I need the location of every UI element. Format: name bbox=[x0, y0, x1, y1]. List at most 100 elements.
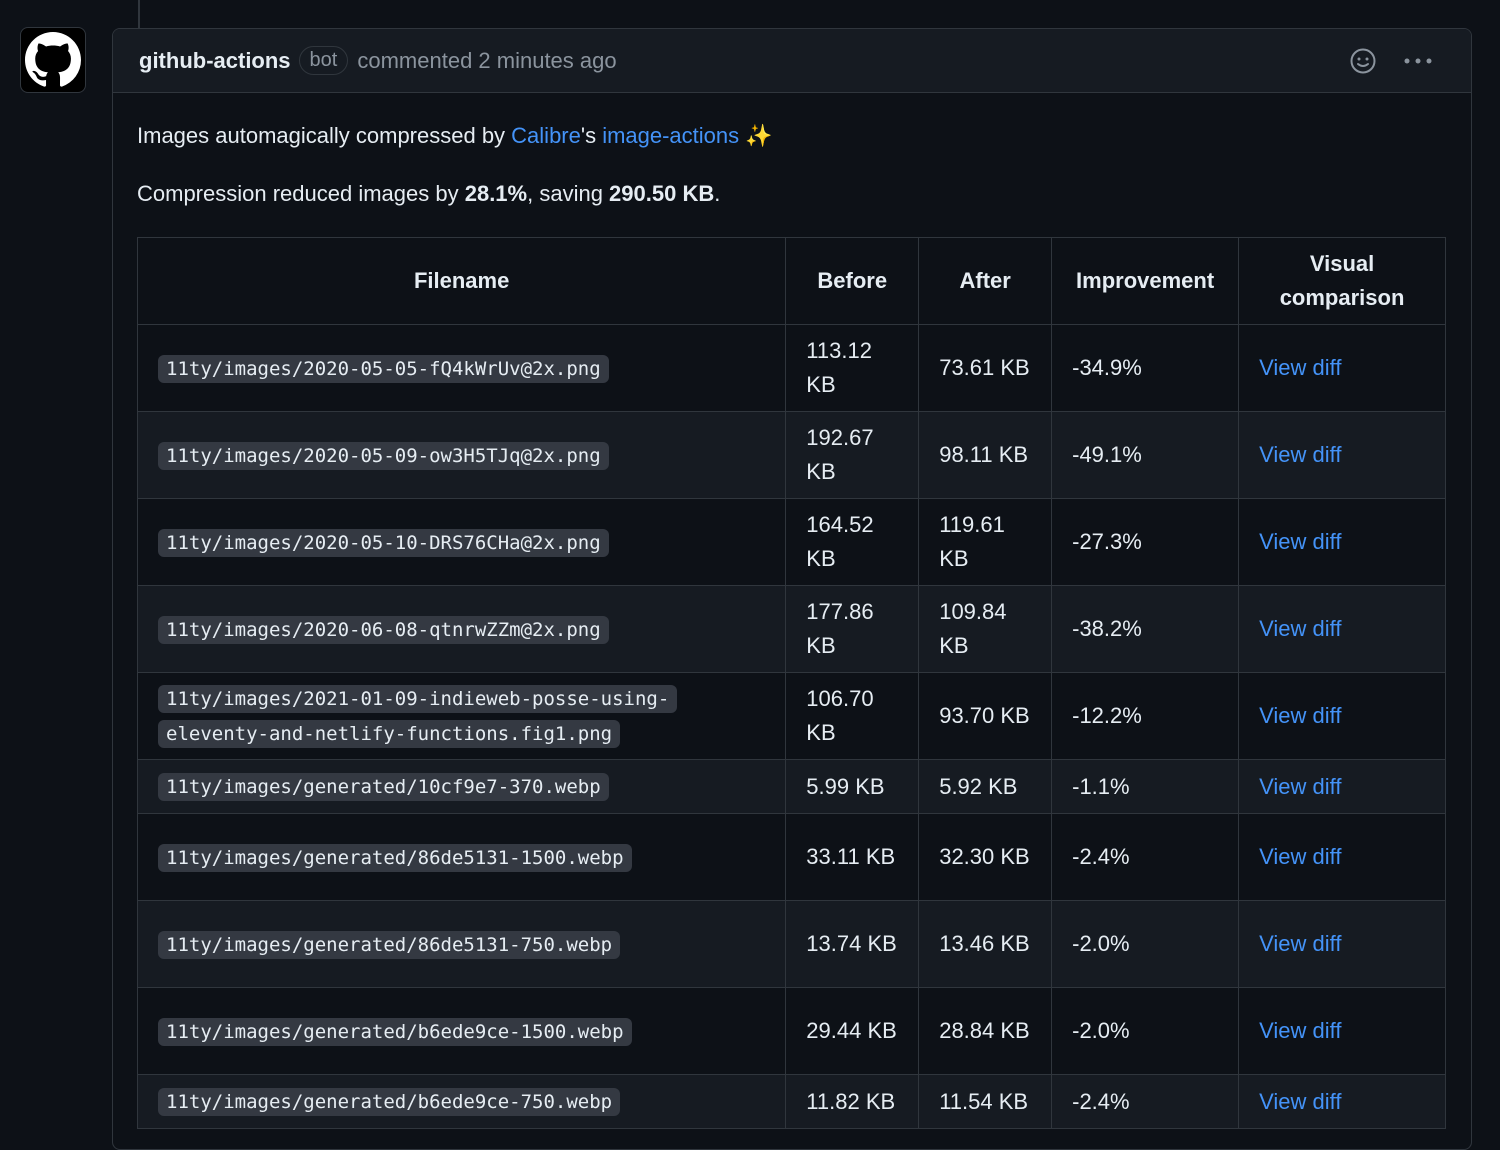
comment-header: github-actions bot commented 2 minutes a… bbox=[113, 29, 1471, 93]
table-row: 11ty/images/generated/86de5131-1500.webp… bbox=[136, 813, 1446, 901]
after-cell: 11.54 KB bbox=[918, 1074, 1053, 1129]
before-cell: 11.82 KB bbox=[785, 1074, 920, 1129]
table-row: 11ty/images/2020-05-09-ow3H5TJq@2x.png 1… bbox=[136, 411, 1446, 499]
author-name[interactable]: github-actions bbox=[139, 48, 291, 74]
before-cell: 177.86 KB bbox=[785, 585, 920, 673]
improvement-cell: -12.2% bbox=[1051, 672, 1240, 760]
comment-timestamp[interactable]: commented 2 minutes ago bbox=[357, 48, 616, 74]
before-cell: 13.74 KB bbox=[785, 900, 920, 988]
filename-code: 11ty/images/2021-01-09-indieweb-posse-us… bbox=[158, 685, 678, 748]
visual-comparison-cell: View diff bbox=[1238, 498, 1446, 586]
visual-comparison-cell: View diff bbox=[1238, 672, 1446, 760]
view-diff-link[interactable]: View diff bbox=[1259, 1089, 1341, 1114]
comment-body: Images automagically compressed by Calib… bbox=[113, 93, 1471, 1129]
visual-comparison-cell: View diff bbox=[1238, 759, 1446, 814]
filename-code: 11ty/images/generated/86de5131-750.webp bbox=[158, 930, 621, 959]
improvement-cell: -1.1% bbox=[1051, 759, 1240, 814]
improvement-cell: -2.0% bbox=[1051, 900, 1240, 988]
after-cell: 98.11 KB bbox=[918, 411, 1053, 499]
filename-code: 11ty/images/2020-05-10-DRS76CHa@2x.png bbox=[158, 528, 609, 557]
view-diff-link[interactable]: View diff bbox=[1259, 1018, 1341, 1043]
before-cell: 192.67 KB bbox=[785, 411, 920, 499]
after-cell: 73.61 KB bbox=[918, 324, 1053, 412]
table-row: 11ty/images/generated/b6ede9ce-750.webp … bbox=[136, 1074, 1446, 1129]
improvement-cell: -2.4% bbox=[1051, 813, 1240, 901]
visual-comparison-cell: View diff bbox=[1238, 1074, 1446, 1129]
after-cell: 93.70 KB bbox=[918, 672, 1053, 760]
summary-text: Compression reduced images by 28.1%, sav… bbox=[137, 179, 1447, 209]
intro-text: Images automagically compressed by Calib… bbox=[137, 121, 1447, 151]
view-diff-link[interactable]: View diff bbox=[1259, 616, 1341, 641]
visual-comparison-cell: View diff bbox=[1238, 411, 1446, 499]
sparkles-icon: ✨ bbox=[745, 123, 773, 148]
compression-table: Filename Before After Improvement Visual… bbox=[136, 237, 1446, 1129]
table-row: 11ty/images/2020-05-10-DRS76CHa@2x.png 1… bbox=[136, 498, 1446, 586]
after-cell: 28.84 KB bbox=[918, 987, 1053, 1075]
filename-code: 11ty/images/generated/10cf9e7-370.webp bbox=[158, 773, 609, 801]
filename-cell: 11ty/images/2020-05-05-fQ4kWrUv@2x.png bbox=[136, 324, 787, 412]
visual-comparison-cell: View diff bbox=[1238, 900, 1446, 988]
visual-comparison-cell: View diff bbox=[1238, 585, 1446, 673]
after-cell: 13.46 KB bbox=[918, 900, 1053, 988]
before-cell: 164.52 KB bbox=[785, 498, 920, 586]
view-diff-link[interactable]: View diff bbox=[1259, 355, 1341, 380]
comment-box: github-actions bot commented 2 minutes a… bbox=[112, 28, 1472, 1150]
after-cell: 109.84 KB bbox=[918, 585, 1053, 673]
column-header-improvement: Improvement bbox=[1051, 237, 1240, 325]
filename-cell: 11ty/images/generated/10cf9e7-370.webp bbox=[136, 759, 787, 814]
summary-percent: 28.1% bbox=[464, 181, 528, 206]
filename-cell: 11ty/images/generated/b6ede9ce-1500.webp bbox=[136, 987, 787, 1075]
github-logo-icon bbox=[25, 32, 81, 87]
calibre-link[interactable]: Calibre bbox=[511, 123, 581, 148]
filename-cell: 11ty/images/generated/86de5131-750.webp bbox=[136, 900, 787, 988]
table-row: 11ty/images/generated/86de5131-750.webp … bbox=[136, 900, 1446, 988]
filename-code: 11ty/images/2020-06-08-qtnrwZZm@2x.png bbox=[158, 615, 609, 644]
before-cell: 33.11 KB bbox=[785, 813, 920, 901]
filename-code: 11ty/images/generated/86de5131-1500.webp bbox=[158, 843, 632, 872]
intro-prefix: Images automagically compressed by bbox=[137, 123, 512, 148]
summary-saved: 290.50 KB bbox=[609, 181, 715, 206]
improvement-cell: -34.9% bbox=[1051, 324, 1240, 412]
emoji-reaction-button[interactable] bbox=[1349, 47, 1377, 75]
view-diff-link[interactable]: View diff bbox=[1259, 844, 1341, 869]
more-options-button[interactable] bbox=[1403, 56, 1433, 66]
view-diff-link[interactable]: View diff bbox=[1259, 529, 1341, 554]
summary-prefix: Compression reduced images by bbox=[137, 181, 465, 206]
bot-badge: bot bbox=[298, 46, 349, 75]
before-cell: 29.44 KB bbox=[785, 987, 920, 1075]
view-diff-link[interactable]: View diff bbox=[1259, 703, 1341, 728]
filename-code: 11ty/images/2020-05-05-fQ4kWrUv@2x.png bbox=[158, 354, 609, 383]
table-row: 11ty/images/generated/10cf9e7-370.webp 5… bbox=[136, 759, 1446, 814]
improvement-cell: -2.4% bbox=[1051, 1074, 1240, 1129]
summary-mid: , saving bbox=[527, 181, 610, 206]
view-diff-link[interactable]: View diff bbox=[1259, 442, 1341, 467]
summary-suffix: . bbox=[714, 181, 721, 206]
after-cell: 119.61 KB bbox=[918, 498, 1053, 586]
filename-cell: 11ty/images/2020-05-09-ow3H5TJq@2x.png bbox=[136, 411, 787, 499]
intro-mid: 's bbox=[580, 123, 603, 148]
filename-cell: 11ty/images/2020-06-08-qtnrwZZm@2x.png bbox=[136, 585, 787, 673]
view-diff-link[interactable]: View diff bbox=[1259, 931, 1341, 956]
after-cell: 5.92 KB bbox=[918, 759, 1053, 814]
after-cell: 32.30 KB bbox=[918, 813, 1053, 901]
filename-cell: 11ty/images/generated/b6ede9ce-750.webp bbox=[136, 1074, 787, 1129]
table-header-row: Filename Before After Improvement Visual… bbox=[136, 237, 1446, 325]
improvement-cell: -27.3% bbox=[1051, 498, 1240, 586]
kebab-horizontal-icon bbox=[1404, 58, 1432, 63]
filename-cell: 11ty/images/2021-01-09-indieweb-posse-us… bbox=[136, 672, 787, 760]
filename-cell: 11ty/images/generated/86de5131-1500.webp bbox=[136, 813, 787, 901]
filename-code: 11ty/images/2020-05-09-ow3H5TJq@2x.png bbox=[158, 441, 609, 470]
avatar[interactable] bbox=[20, 27, 86, 93]
timeline-line bbox=[138, 0, 140, 30]
visual-comparison-cell: View diff bbox=[1238, 987, 1446, 1075]
image-actions-link[interactable]: image-actions bbox=[602, 123, 739, 148]
before-cell: 5.99 KB bbox=[785, 759, 920, 814]
column-header-filename: Filename bbox=[136, 237, 787, 325]
table-row: 11ty/images/2020-06-08-qtnrwZZm@2x.png 1… bbox=[136, 585, 1446, 673]
view-diff-link[interactable]: View diff bbox=[1259, 774, 1341, 799]
column-header-visual-comparison: Visual comparison bbox=[1238, 237, 1446, 325]
header-actions bbox=[1349, 47, 1433, 75]
column-header-before: Before bbox=[785, 237, 920, 325]
before-cell: 113.12 KB bbox=[785, 324, 920, 412]
column-header-after: After bbox=[918, 237, 1053, 325]
